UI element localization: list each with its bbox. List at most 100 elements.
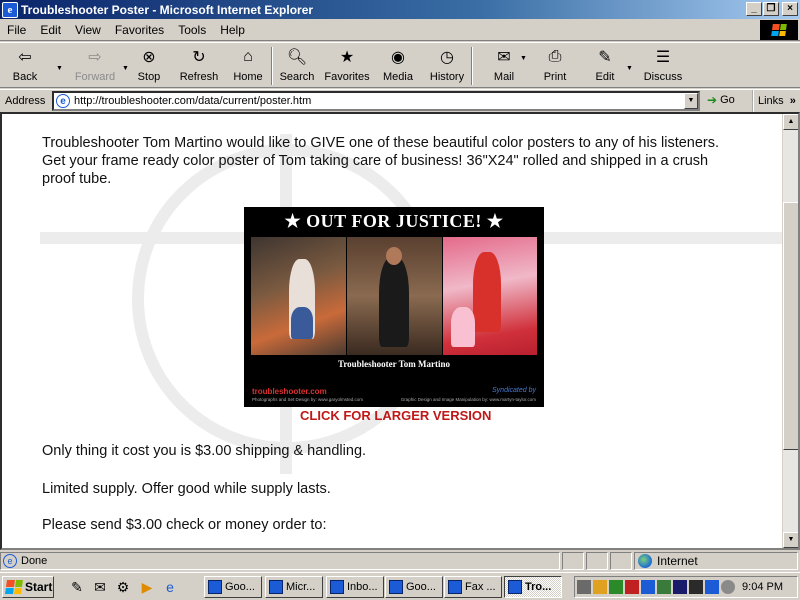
poster-panel-left [251, 237, 346, 355]
start-button[interactable]: Start [2, 576, 54, 598]
stop-icon: ⊗ [142, 49, 156, 66]
address-url[interactable]: http://troubleshooter.com/data/current/p… [74, 95, 311, 107]
zone-label: Internet [657, 554, 698, 568]
poster-panel-center [347, 237, 442, 355]
task-button[interactable]: Goo... [204, 576, 262, 598]
menu-view[interactable]: View [68, 23, 108, 37]
tray-icon[interactable] [593, 580, 607, 594]
media-button[interactable]: ◉ Media [378, 47, 418, 87]
title-bar[interactable]: e Troubleshooter Poster - Microsoft Inte… [0, 0, 800, 19]
task-button[interactable]: Micr... [265, 576, 323, 598]
globe-icon [638, 554, 652, 568]
go-button[interactable]: ➔ Go [707, 93, 735, 107]
clock[interactable]: 9:04 PM [742, 581, 783, 593]
mail-dropdown-icon[interactable]: ▼ [520, 55, 527, 62]
ie-logo-icon: e [2, 1, 18, 18]
tray-icon[interactable] [673, 580, 687, 594]
task-label: Goo... [225, 581, 255, 593]
discuss-button[interactable]: ☰ Discuss [640, 47, 686, 87]
send-paragraph: Please send $3.00 check or money order t… [42, 517, 327, 533]
status-text: Done [21, 555, 48, 567]
media-label: Media [383, 71, 413, 83]
task-button-active[interactable]: Tro... [504, 576, 562, 598]
notepad-icon[interactable]: ✎ [68, 578, 86, 596]
media-player-icon[interactable]: ▶ [138, 578, 156, 596]
larger-version-link[interactable]: CLICK FOR LARGER VERSION [300, 408, 491, 423]
address-input[interactable]: e http://troubleshooter.com/data/current… [52, 91, 700, 111]
poster-credit-left: Photographs and Set Design by: www.garyo… [252, 397, 364, 402]
window-icon [330, 580, 344, 594]
security-zone[interactable]: Internet [634, 552, 798, 570]
back-dropdown-icon[interactable]: ▼ [56, 65, 63, 72]
tray-icon[interactable] [657, 580, 671, 594]
figure-shape [386, 247, 402, 265]
address-label: Address [5, 94, 46, 107]
menu-edit[interactable]: Edit [33, 23, 68, 37]
outlook-icon[interactable]: ✉ [91, 578, 109, 596]
page-content: Troubleshooter Tom Martino would like to… [42, 134, 742, 188]
stop-button[interactable]: ⊗ Stop [132, 47, 166, 87]
favorites-button[interactable]: ★ Favorites [322, 47, 372, 87]
page-done-icon: e [3, 554, 17, 568]
maximize-button[interactable]: ❐ [763, 2, 779, 16]
figure-shape [379, 257, 409, 347]
tray-icon[interactable] [625, 580, 639, 594]
back-button[interactable]: ⇦ Back ▼ [0, 47, 63, 87]
edit-dropdown-icon[interactable]: ▼ [626, 65, 633, 72]
address-dropdown-icon[interactable]: ▼ [684, 93, 698, 109]
refresh-icon: ↻ [192, 49, 206, 66]
discuss-icon: ☰ [655, 49, 671, 66]
minimize-button[interactable]: _ [746, 2, 762, 16]
standard-toolbar: ⇦ Back ▼ ⇨ Forward ▼ ⊗ Stop ↻ Refresh ⌂ … [0, 42, 800, 88]
ie-quicklaunch-icon[interactable]: e [161, 578, 179, 596]
edit-button[interactable]: ✎ Edit ▼ [588, 47, 633, 87]
tray-icon[interactable] [641, 580, 655, 594]
tray-icon[interactable] [705, 580, 719, 594]
task-button[interactable]: Goo... [385, 576, 443, 598]
task-label: Fax ... [465, 581, 496, 593]
window-icon [448, 580, 462, 594]
task-button[interactable]: Fax ... [444, 576, 502, 598]
links-button[interactable]: Links » [752, 90, 796, 112]
scroll-down-button[interactable]: ▼ [783, 532, 798, 548]
window-icon [208, 580, 222, 594]
menu-tools[interactable]: Tools [171, 23, 213, 37]
windows-throbber-icon [760, 20, 798, 40]
refresh-button[interactable]: ↻ Refresh [176, 47, 222, 87]
menu-file[interactable]: File [0, 23, 33, 37]
menu-favorites[interactable]: Favorites [108, 23, 171, 37]
task-button[interactable]: Inbo... [326, 576, 384, 598]
network-icon[interactable]: ⚙ [114, 578, 132, 596]
menu-help[interactable]: Help [213, 23, 252, 37]
go-label: Go [720, 94, 735, 106]
window-icon [508, 580, 522, 594]
forward-label: Forward [74, 71, 116, 83]
scroll-thumb[interactable] [783, 202, 798, 450]
poster-image[interactable]: ★ OUT FOR JUSTICE! ★ Troubleshooter Tom … [244, 207, 544, 407]
system-tray: 9:04 PM [574, 576, 798, 598]
volume-icon[interactable] [721, 580, 735, 594]
task-label: Tro... [525, 581, 552, 593]
forward-button[interactable]: ⇨ Forward ▼ [64, 47, 129, 87]
taskbar: Start ✎ ✉ ⚙ ▶ e Goo... Micr... Inbo... G… [0, 572, 800, 600]
close-button[interactable]: × [782, 2, 798, 16]
scroll-up-button[interactable]: ▲ [783, 114, 798, 130]
window-icon [269, 580, 283, 594]
links-label: Links [758, 95, 784, 107]
intro-paragraph: Troubleshooter Tom Martino would like to… [42, 135, 720, 187]
vertical-scrollbar[interactable]: ▲ ▼ [782, 114, 798, 548]
window-icon [389, 580, 403, 594]
print-label: Print [543, 71, 567, 83]
tray-icon[interactable] [577, 580, 591, 594]
forward-dropdown-icon[interactable]: ▼ [122, 65, 129, 72]
tray-icon[interactable] [609, 580, 623, 594]
status-pane-progress [562, 552, 584, 570]
history-button[interactable]: ◷ History [426, 47, 468, 87]
tray-icon[interactable] [689, 580, 703, 594]
mail-button[interactable]: ✉ Mail ▼ [484, 47, 527, 87]
refresh-label: Refresh [179, 71, 219, 83]
home-button[interactable]: ⌂ Home [228, 47, 268, 87]
start-label: Start [25, 580, 53, 594]
print-button[interactable]: ⎙ Print [538, 47, 572, 87]
search-button[interactable]: 🔍︎ Search [276, 47, 318, 87]
